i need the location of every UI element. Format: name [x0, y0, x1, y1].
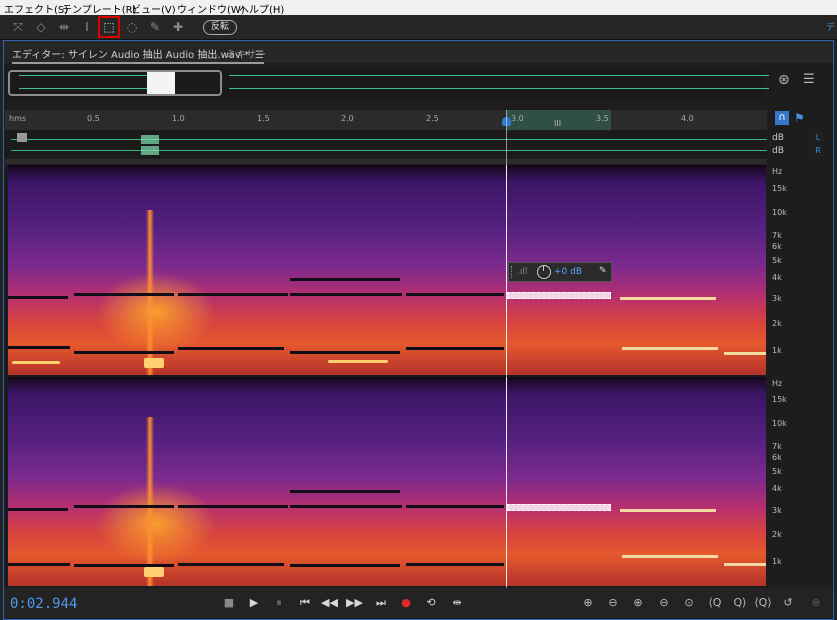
panel-list-icon[interactable]: ☰ — [803, 73, 817, 86]
hz-label: 7k — [772, 442, 782, 451]
waveform-strip[interactable] — [5, 131, 767, 158]
hz-label: 15k — [772, 395, 787, 404]
ruler-tick: 4.0 — [681, 114, 694, 123]
hz-label: 7k — [772, 231, 782, 240]
spot-healing-brush-icon[interactable]: ✚ — [169, 18, 187, 36]
pin-icon[interactable]: ✎ — [599, 266, 607, 276]
ruler-tick: 1.0 — [172, 114, 185, 123]
loop-playback-button[interactable]: ⟲ — [423, 595, 439, 611]
zoom-navigator-icon[interactable]: ⊛ — [778, 72, 794, 88]
lasso-tool-icon[interactable]: ◌ — [123, 18, 141, 36]
waveform-peak — [141, 135, 159, 144]
go-to-start-button[interactable]: ⏮ — [297, 595, 313, 611]
invert-button[interactable]: 反転 — [203, 20, 237, 35]
marquee-selection-tool-icon[interactable]: ⬚ — [98, 16, 120, 38]
menu-bar: エフェクト(S) テンプレート(R) ビュー(V) ウィンドウ(W) ヘルプ(H… — [0, 0, 837, 16]
time-selection-range[interactable]: 3.0 3.5 III — [506, 110, 611, 130]
hz-label: 3k — [772, 294, 782, 303]
hz-unit: Hz — [772, 379, 783, 388]
time-selection-tool-icon[interactable]: I — [78, 18, 96, 36]
razor-tool-icon[interactable]: ◇ — [32, 18, 50, 36]
zoom-in-at-end-button[interactable]: Q⟩ — [730, 595, 750, 611]
hud-volume-control: .ıll +0 dB ✎ — [508, 262, 612, 282]
tab-mixer[interactable]: ミキサー — [226, 46, 266, 61]
hz-label: 2k — [772, 530, 782, 539]
panel-divider[interactable] — [5, 159, 767, 164]
hz-label: 6k — [772, 242, 782, 251]
hz-label: 3k — [772, 506, 782, 515]
snap-icon[interactable]: ∩ — [775, 111, 789, 125]
slip-tool-icon[interactable]: ⇹ — [55, 18, 73, 36]
record-button[interactable]: ● — [398, 595, 414, 611]
zoom-out-time-button[interactable]: ⊖ — [656, 595, 672, 611]
workspace-label[interactable]: デ — [826, 20, 835, 33]
volume-knob-icon[interactable] — [537, 265, 551, 279]
menu-effects[interactable]: エフェクト(S) — [4, 1, 68, 16]
menu-help[interactable]: ヘルプ(H) — [239, 1, 284, 16]
channel-toggle-icon[interactable] — [17, 133, 27, 142]
db-label-right: dB — [772, 146, 784, 156]
hz-label: 10k — [772, 419, 787, 428]
toolbar: ⤧ ◇ ⇹ I ⬚ ◌ ✎ ✚ 反転 デ — [0, 15, 837, 40]
hud-volume-value[interactable]: +0 dB — [554, 267, 582, 277]
zoom-reset-button[interactable]: ↺ — [780, 595, 796, 611]
pause-button[interactable]: ⏸ — [271, 595, 287, 611]
tab-editor-label: エディター: サイレン Audio 抽出 Audio 抽出.wav * — [12, 50, 249, 61]
ruler-tick: 0.5 — [87, 114, 100, 123]
ruler-tick: 3.0 — [511, 114, 524, 123]
ruler-tick: 2.5 — [426, 114, 439, 123]
waveform-peak — [141, 146, 159, 155]
zoom-disabled-button: ⊕ — [811, 596, 821, 609]
spectral-selection[interactable] — [507, 292, 611, 299]
hz-label: 4k — [772, 484, 782, 493]
db-label-left: dB — [772, 133, 784, 143]
menu-window[interactable]: ウィンドウ(W) — [177, 1, 245, 16]
zoom-out-amplitude-button[interactable]: ⊖ — [605, 595, 621, 611]
menu-templates[interactable]: テンプレート(R) — [62, 1, 136, 16]
zoom-in-amplitude-button[interactable]: ⊕ — [580, 595, 596, 611]
panel-tabs: エディター: サイレン Audio 抽出 Audio 抽出.wav * ☰ ミキサ… — [4, 41, 833, 64]
selection-handle[interactable]: III — [554, 119, 561, 128]
ruler-tick: 1.5 — [257, 114, 270, 123]
playhead-line[interactable] — [506, 110, 507, 588]
hz-label: 5k — [772, 256, 782, 265]
spectrogram-left-channel[interactable] — [8, 165, 766, 375]
channel-left-button[interactable]: L — [812, 132, 824, 143]
stop-button[interactable]: ■ — [221, 595, 237, 611]
level-bars-icon: .ıll — [517, 267, 528, 277]
spectrogram-right-channel[interactable] — [8, 377, 766, 586]
go-to-end-button[interactable]: ⏭ — [373, 595, 389, 611]
zoom-in-time-button[interactable]: ⊕ — [630, 595, 646, 611]
menu-view[interactable]: ビュー(V) — [131, 1, 176, 16]
channel-right-button[interactable]: R — [812, 145, 824, 156]
fast-forward-button[interactable]: ▶▶ — [346, 595, 363, 611]
brush-tool-icon[interactable]: ✎ — [146, 18, 164, 36]
hz-label: 6k — [772, 453, 782, 462]
timecode-display[interactable]: 0:02.944 — [10, 596, 77, 612]
ruler-tick: 3.5 — [596, 114, 609, 123]
zoom-to-selection-button[interactable]: ⟨Q⟩ — [752, 595, 774, 611]
zoom-in-at-start-button[interactable]: ⟨Q — [705, 595, 725, 611]
hz-label: 4k — [772, 273, 782, 282]
hz-label: 1k — [772, 346, 782, 355]
ruler-tick: 2.0 — [341, 114, 354, 123]
skip-selection-button[interactable]: ⇹ — [449, 595, 465, 611]
play-button[interactable]: ▶ — [246, 595, 262, 611]
overview-range-frame[interactable] — [8, 70, 222, 96]
hz-label: 15k — [772, 184, 787, 193]
marker-icon[interactable]: ⚑ — [794, 111, 806, 125]
hud-drag-handle[interactable] — [511, 266, 516, 278]
hz-label: 2k — [772, 319, 782, 328]
rewind-button[interactable]: ◀◀ — [321, 595, 338, 611]
hz-label: 10k — [772, 208, 787, 217]
move-tool-icon[interactable]: ⤧ — [9, 18, 27, 36]
hz-unit: Hz — [772, 167, 783, 176]
hz-label: 5k — [772, 467, 782, 476]
time-ruler[interactable]: hms 0.5 1.0 1.5 2.0 2.5 4.0 — [5, 110, 767, 130]
zoom-out-full-button[interactable]: ⊙ — [681, 595, 697, 611]
hz-label: 1k — [772, 557, 782, 566]
ruler-unit: hms — [9, 114, 27, 123]
overview-visible-range[interactable] — [147, 72, 175, 94]
spectral-selection[interactable] — [507, 504, 611, 511]
